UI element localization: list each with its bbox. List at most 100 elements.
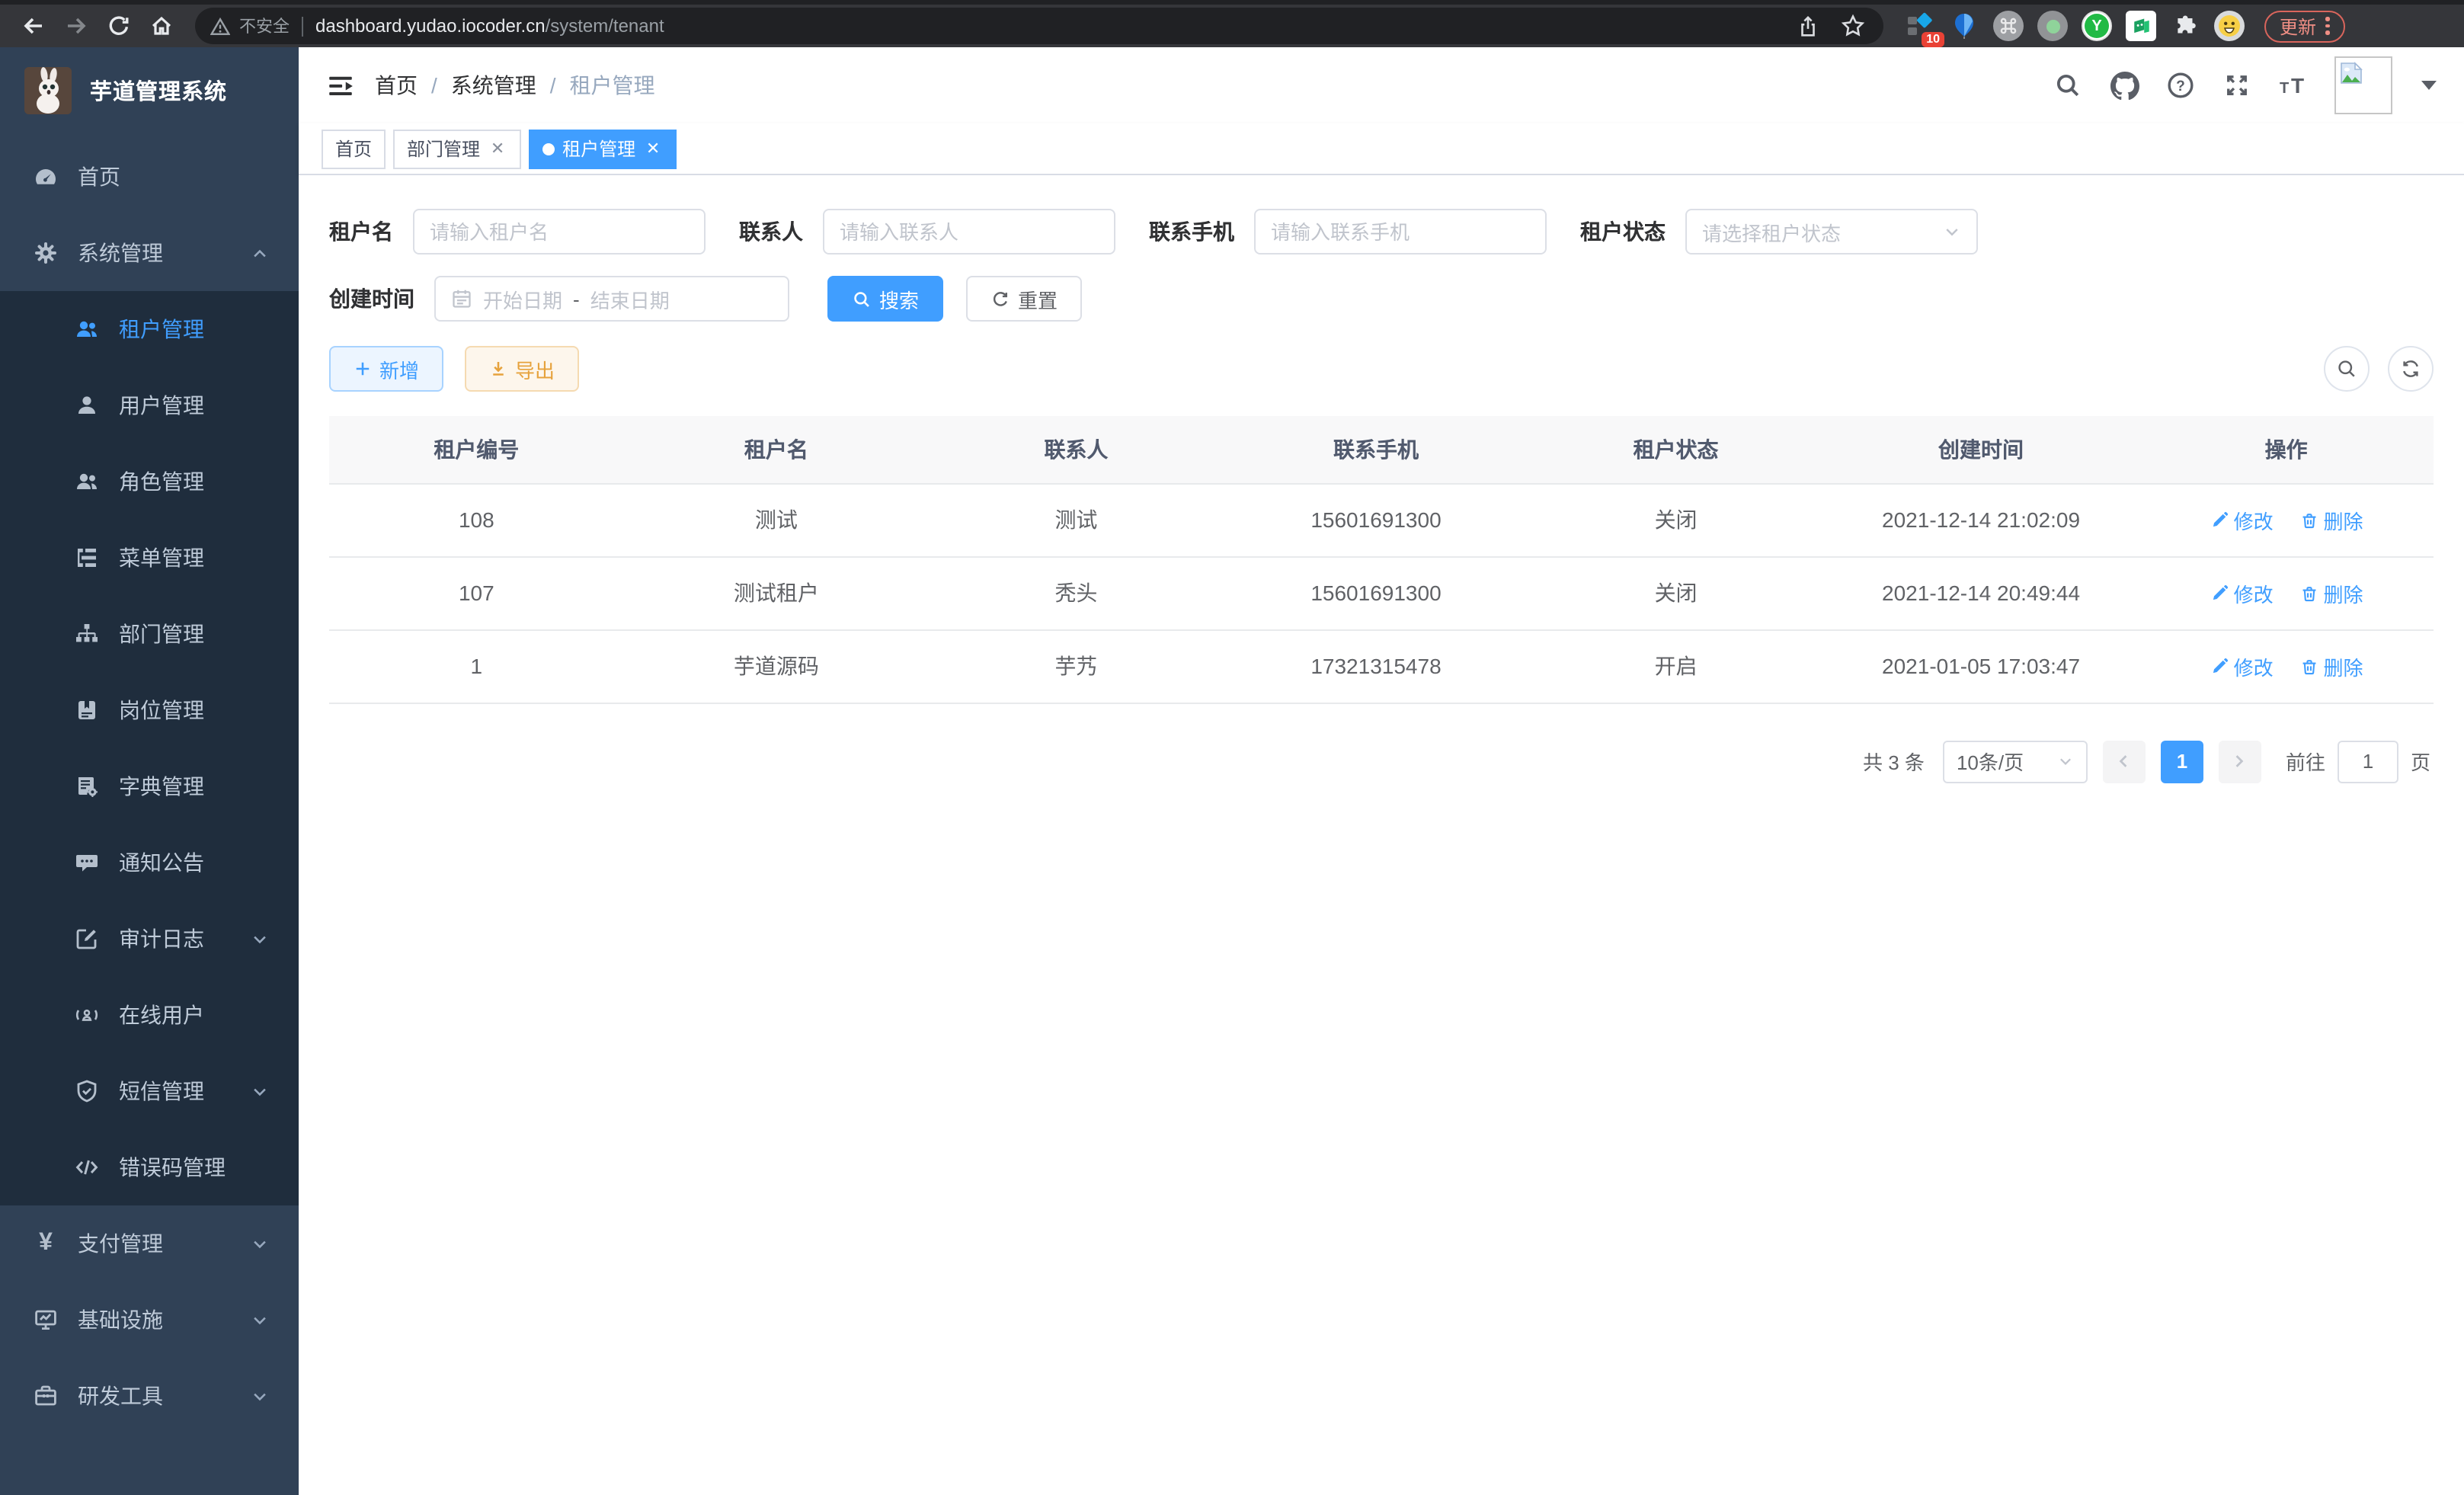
- tab-close-icon[interactable]: ✕: [488, 139, 507, 158]
- help-docs-button[interactable]: ?: [2165, 70, 2196, 101]
- sidebar-item-user[interactable]: 用户管理: [0, 367, 299, 443]
- fullscreen-button[interactable]: [2222, 70, 2252, 101]
- sidebar-item-role[interactable]: 角色管理: [0, 443, 299, 520]
- table-toolbar: 新增 导出: [329, 346, 2434, 392]
- select-caret-icon: [1943, 222, 1961, 241]
- prev-page-button[interactable]: [2103, 740, 2146, 783]
- reset-button[interactable]: 重置: [966, 276, 1082, 322]
- url-host[interactable]: dashboard.yudao.iocoder.cn: [315, 15, 546, 37]
- breadcrumb-home[interactable]: 首页: [375, 70, 418, 101]
- tab-dept[interactable]: 部门管理 ✕: [393, 129, 521, 168]
- mobile-input[interactable]: [1254, 209, 1547, 255]
- sidebar-item-pay[interactable]: ¥ 支付管理: [0, 1205, 299, 1282]
- delete-link[interactable]: 删除: [2299, 505, 2363, 534]
- tenant-name-input[interactable]: [413, 209, 706, 255]
- trash-icon: [2299, 510, 2318, 530]
- chevron-down-icon: [251, 1235, 268, 1252]
- sidebar-item-sms[interactable]: 短信管理: [0, 1053, 299, 1129]
- security-label[interactable]: 不安全: [239, 14, 290, 38]
- sidebar-item-error-code[interactable]: 错误码管理: [0, 1129, 299, 1205]
- extension-tabs-icon[interactable]: 10: [1905, 11, 1935, 41]
- bookmark-star-button[interactable]: [1838, 11, 1868, 41]
- sidebar-item-system[interactable]: 系统管理: [0, 215, 299, 291]
- status-select[interactable]: 请选择租户状态: [1685, 209, 1978, 255]
- github-link-button[interactable]: [2109, 70, 2139, 101]
- header-search-button[interactable]: [2053, 70, 2083, 101]
- date-range-picker[interactable]: 开始日期 - 结束日期: [434, 276, 789, 322]
- refresh-table-button[interactable]: [2388, 346, 2434, 392]
- avatar-dropdown-caret[interactable]: [2421, 81, 2437, 90]
- extension-dot-icon[interactable]: [2037, 11, 2068, 41]
- sidebar-collapse-button[interactable]: [314, 59, 366, 111]
- browser-menu-dots-icon[interactable]: [2325, 18, 2329, 35]
- share-button[interactable]: [1792, 11, 1822, 41]
- search-button[interactable]: 搜索: [827, 276, 943, 322]
- sidebar-item-home[interactable]: 首页: [0, 139, 299, 215]
- tenant-name-input-field[interactable]: [430, 220, 689, 243]
- sidebar-item-post[interactable]: 岗位管理: [0, 672, 299, 748]
- sidebar-item-audit-log[interactable]: 审计日志: [0, 901, 299, 977]
- sidebar-item-dev-tools[interactable]: 研发工具: [0, 1358, 299, 1434]
- sidebar-item-notice[interactable]: 通知公告: [0, 824, 299, 901]
- contact-input[interactable]: [823, 209, 1115, 255]
- url-path[interactable]: /system/tenant: [546, 15, 664, 37]
- sidebar-item-label: 在线用户: [119, 1000, 268, 1030]
- font-size-button[interactable]: TT: [2278, 70, 2309, 101]
- navbar-actions: ? TT: [2053, 56, 2437, 114]
- tab-tenant[interactable]: 租户管理 ✕: [529, 129, 677, 168]
- puzzle-icon: [2172, 13, 2198, 39]
- edit-link[interactable]: 修改: [2210, 651, 2274, 680]
- tab-label: 部门管理: [407, 136, 480, 162]
- tab-close-icon[interactable]: ✕: [643, 139, 663, 158]
- sidebar-item-online-users[interactable]: 在线用户: [0, 977, 299, 1053]
- search-button-label: 搜索: [879, 284, 919, 313]
- sidebar-item-dept[interactable]: 部门管理: [0, 596, 299, 672]
- breadcrumb-section[interactable]: 系统管理: [451, 70, 536, 101]
- tab-label: 租户管理: [562, 136, 635, 162]
- delete-link[interactable]: 删除: [2299, 578, 2363, 607]
- profile-avatar[interactable]: [2214, 11, 2245, 41]
- code-icon: [75, 1155, 99, 1180]
- browser-update-button[interactable]: 更新: [2264, 10, 2344, 42]
- page-number-1[interactable]: 1: [2161, 740, 2203, 783]
- dictionary-icon: [75, 774, 99, 799]
- sidebar-item-menu[interactable]: 菜单管理: [0, 520, 299, 596]
- contact-input-field[interactable]: [840, 220, 1099, 243]
- browser-home-button[interactable]: [143, 8, 180, 44]
- page-size-select[interactable]: 10条/页: [1943, 740, 2088, 783]
- toggle-search-button[interactable]: [2324, 346, 2370, 392]
- browser-reload-button[interactable]: [101, 8, 137, 44]
- sidebar-logo[interactable]: 芋道管理系统: [0, 47, 299, 133]
- cell-tenant-name: 芋道源码: [624, 629, 929, 703]
- export-button[interactable]: 导出: [465, 346, 579, 392]
- green-dot-icon: [2046, 19, 2059, 33]
- browser-forward-button[interactable]: [58, 8, 94, 44]
- sidebar-item-label: 短信管理: [119, 1076, 251, 1106]
- filter-mobile: 联系手机: [1149, 209, 1547, 255]
- edit-link[interactable]: 修改: [2210, 578, 2274, 607]
- user-avatar[interactable]: [2334, 56, 2392, 114]
- extension-kite-icon[interactable]: [1949, 11, 1979, 41]
- sidebar-item-dict[interactable]: 字典管理: [0, 748, 299, 824]
- sidebar-item-tenant[interactable]: 租户管理: [0, 291, 299, 367]
- cell-mobile: 15601691300: [1224, 556, 1528, 629]
- cell-status: 开启: [1528, 629, 1823, 703]
- address-bar[interactable]: 不安全 dashboard.yudao.iocoder.cn/system/te…: [195, 8, 1883, 44]
- sidebar-item-infra[interactable]: 基础设施: [0, 1282, 299, 1358]
- breadcrumb-separator: /: [550, 73, 556, 98]
- edit-link[interactable]: 修改: [2210, 505, 2274, 534]
- tab-home[interactable]: 首页: [322, 129, 386, 168]
- delete-link[interactable]: 删除: [2299, 651, 2363, 680]
- add-button[interactable]: 新增: [329, 346, 443, 392]
- extension-y-avatar[interactable]: Y: [2082, 11, 2112, 41]
- extensions-puzzle-button[interactable]: [2170, 11, 2200, 41]
- goto-page-input[interactable]: [2338, 740, 2398, 783]
- browser-back-button[interactable]: [15, 8, 52, 44]
- extension-chat-icon[interactable]: [2126, 11, 2156, 41]
- extension-command-icon[interactable]: [1993, 11, 2024, 41]
- goto-page-input-field[interactable]: [2339, 741, 2397, 781]
- mobile-input-field[interactable]: [1271, 220, 1530, 243]
- menu-tree-icon: [75, 546, 99, 570]
- message-icon: [75, 850, 99, 875]
- next-page-button[interactable]: [2219, 740, 2261, 783]
